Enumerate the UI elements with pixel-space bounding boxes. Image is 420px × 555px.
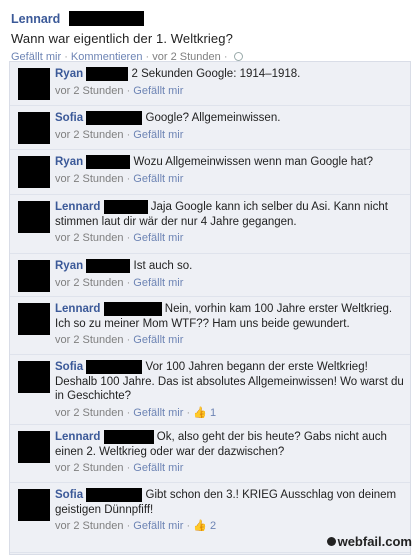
comment-meta: vor 2 Stunden · Gefällt mir: [55, 172, 184, 185]
avatar[interactable]: [18, 431, 50, 463]
comment-text-line: Sofia Vor 100 Jahren begann der erste We…: [55, 360, 405, 404]
redacted-surname: [86, 360, 143, 374]
redacted-surname: [86, 259, 131, 273]
comment-like-link[interactable]: Gefällt mir: [133, 277, 183, 289]
comment-text-line: Ryan Wozu Allgemeinwissen wenn man Googl…: [55, 155, 405, 170]
post-header: Lennard Wann war eigentlich der 1. Weltk…: [11, 10, 411, 63]
webfail-logo-icon: [326, 537, 336, 546]
avatar[interactable]: [18, 112, 50, 144]
comment-like-link[interactable]: Gefällt mir: [133, 520, 183, 532]
avatar[interactable]: [18, 489, 50, 521]
comment-text: Wozu Allgemeinwissen wenn man Google hat…: [133, 156, 374, 169]
comment-item: Lennard Jaja Google kann ich selber du A…: [10, 195, 410, 254]
like-count[interactable]: 2: [210, 520, 216, 532]
comment-meta: vor 2 Stunden · Gefällt mir · 👍 2: [55, 520, 217, 533]
comment-time[interactable]: vor 2 Stunden: [55, 232, 124, 244]
comment-item: Sofia Vor 100 Jahren begann der erste We…: [10, 355, 410, 425]
globe-icon[interactable]: [233, 52, 243, 61]
redacted-surname: [68, 11, 144, 27]
comment-meta: vor 2 Stunden · Gefällt mir: [55, 232, 184, 245]
comment-author[interactable]: Ryan: [55, 260, 83, 272]
redacted-surname: [103, 430, 154, 444]
avatar[interactable]: [18, 361, 50, 393]
comment-text-line: Sofia Google? Allgemeinwissen.: [55, 111, 405, 126]
comment-author[interactable]: Sofia: [55, 489, 83, 501]
comment-list: Ryan 2 Sekunden Google: 1914–1918. vor 2 …: [9, 61, 411, 555]
comment-text-line: Ryan Ist auch so.: [55, 259, 405, 274]
comment-like-link[interactable]: Gefällt mir: [133, 462, 183, 474]
redacted-surname: [86, 155, 131, 169]
avatar[interactable]: [18, 303, 50, 335]
comment-author[interactable]: Sofia: [55, 361, 83, 373]
comment-like-link[interactable]: Gefällt mir: [133, 232, 183, 244]
comment-meta: vor 2 Stunden · Gefällt mir: [55, 84, 184, 97]
comment-like-link[interactable]: Gefällt mir: [133, 407, 183, 419]
comment-like-link[interactable]: Gefällt mir: [133, 129, 183, 141]
comment-meta: vor 2 Stunden · Gefällt mir: [55, 462, 184, 475]
comment-time[interactable]: vor 2 Stunden: [55, 462, 124, 474]
like-count[interactable]: 1: [210, 407, 216, 419]
avatar[interactable]: [18, 260, 50, 292]
redacted-surname: [86, 111, 143, 125]
redacted-surname: [86, 488, 143, 502]
comment-text-line: Lennard Nein, vorhin kam 100 Jahre erste…: [55, 302, 405, 331]
comment-item: Lennard Ok, also geht der bis heute? Gab…: [10, 425, 410, 483]
comment-like-link[interactable]: Gefällt mir: [133, 334, 183, 346]
comment-time[interactable]: vor 2 Stunden: [55, 85, 124, 97]
comment-text: Google? Allgemeinwissen.: [145, 112, 281, 125]
comment-time[interactable]: vor 2 Stunden: [55, 277, 124, 289]
comment-author[interactable]: Lennard: [55, 303, 100, 315]
redacted-surname: [103, 302, 162, 316]
comment-meta: vor 2 Stunden · Gefällt mir · 👍 1: [55, 406, 217, 419]
comment-text-line: Ryan 2 Sekunden Google: 1914–1918.: [55, 67, 405, 82]
comment-time[interactable]: vor 2 Stunden: [55, 129, 124, 141]
comment-like-link[interactable]: Gefällt mir: [133, 173, 183, 185]
comment-time[interactable]: vor 2 Stunden: [55, 334, 124, 346]
comment-meta: vor 2 Stunden · Gefällt mir: [55, 128, 184, 141]
comment-text: Ist auch so.: [133, 260, 193, 273]
avatar[interactable]: [18, 156, 50, 188]
comment-time[interactable]: vor 2 Stunden: [55, 520, 124, 532]
comment-author[interactable]: Ryan: [55, 156, 83, 168]
thumbs-up-icon[interactable]: 👍: [193, 520, 207, 532]
comment-text-line: Sofia Gibt schon den 3.! KRIEG Ausschlag…: [55, 488, 405, 517]
redacted-surname: [103, 200, 148, 214]
watermark: webfail.com: [326, 534, 412, 549]
post-author[interactable]: Lennard: [11, 12, 60, 26]
comment-author[interactable]: Lennard: [55, 201, 100, 213]
avatar[interactable]: [18, 68, 50, 100]
comment-author[interactable]: Ryan: [55, 68, 83, 80]
comment-meta: vor 2 Stunden · Gefällt mir: [55, 276, 184, 289]
post-text: Wann war eigentlich der 1. Weltkrieg?: [11, 31, 233, 46]
comment-like-link[interactable]: Gefällt mir: [133, 85, 183, 97]
comment-text-line: Lennard Jaja Google kann ich selber du A…: [55, 200, 405, 229]
comment-time[interactable]: vor 2 Stunden: [55, 173, 124, 185]
redacted-surname: [86, 67, 129, 81]
comment-time[interactable]: vor 2 Stunden: [55, 407, 124, 419]
avatar[interactable]: [18, 201, 50, 233]
comment-author[interactable]: Sofia: [55, 112, 83, 124]
comment-item: Sofia Google? Allgemeinwissen. vor 2 Stun…: [10, 106, 410, 150]
comment-text-line: Lennard Ok, also geht der bis heute? Gab…: [55, 430, 405, 459]
thumbs-up-icon[interactable]: 👍: [193, 407, 207, 419]
comment-item: Ryan 2 Sekunden Google: 1914–1918. vor 2 …: [10, 62, 410, 106]
facebook-post: Lennard Wann war eigentlich der 1. Weltk…: [0, 0, 420, 555]
comment-text: 2 Sekunden Google: 1914–1918.: [131, 68, 301, 81]
comment-item: Ryan Wozu Allgemeinwissen wenn man Googl…: [10, 150, 410, 195]
comment-author[interactable]: Lennard: [55, 431, 100, 443]
comment-meta: vor 2 Stunden · Gefällt mir: [55, 334, 184, 347]
comment-item: Lennard Nein, vorhin kam 100 Jahre erste…: [10, 297, 410, 355]
comment-item: Ryan Ist auch so. vor 2 Stunden · Gefällt…: [10, 254, 410, 297]
